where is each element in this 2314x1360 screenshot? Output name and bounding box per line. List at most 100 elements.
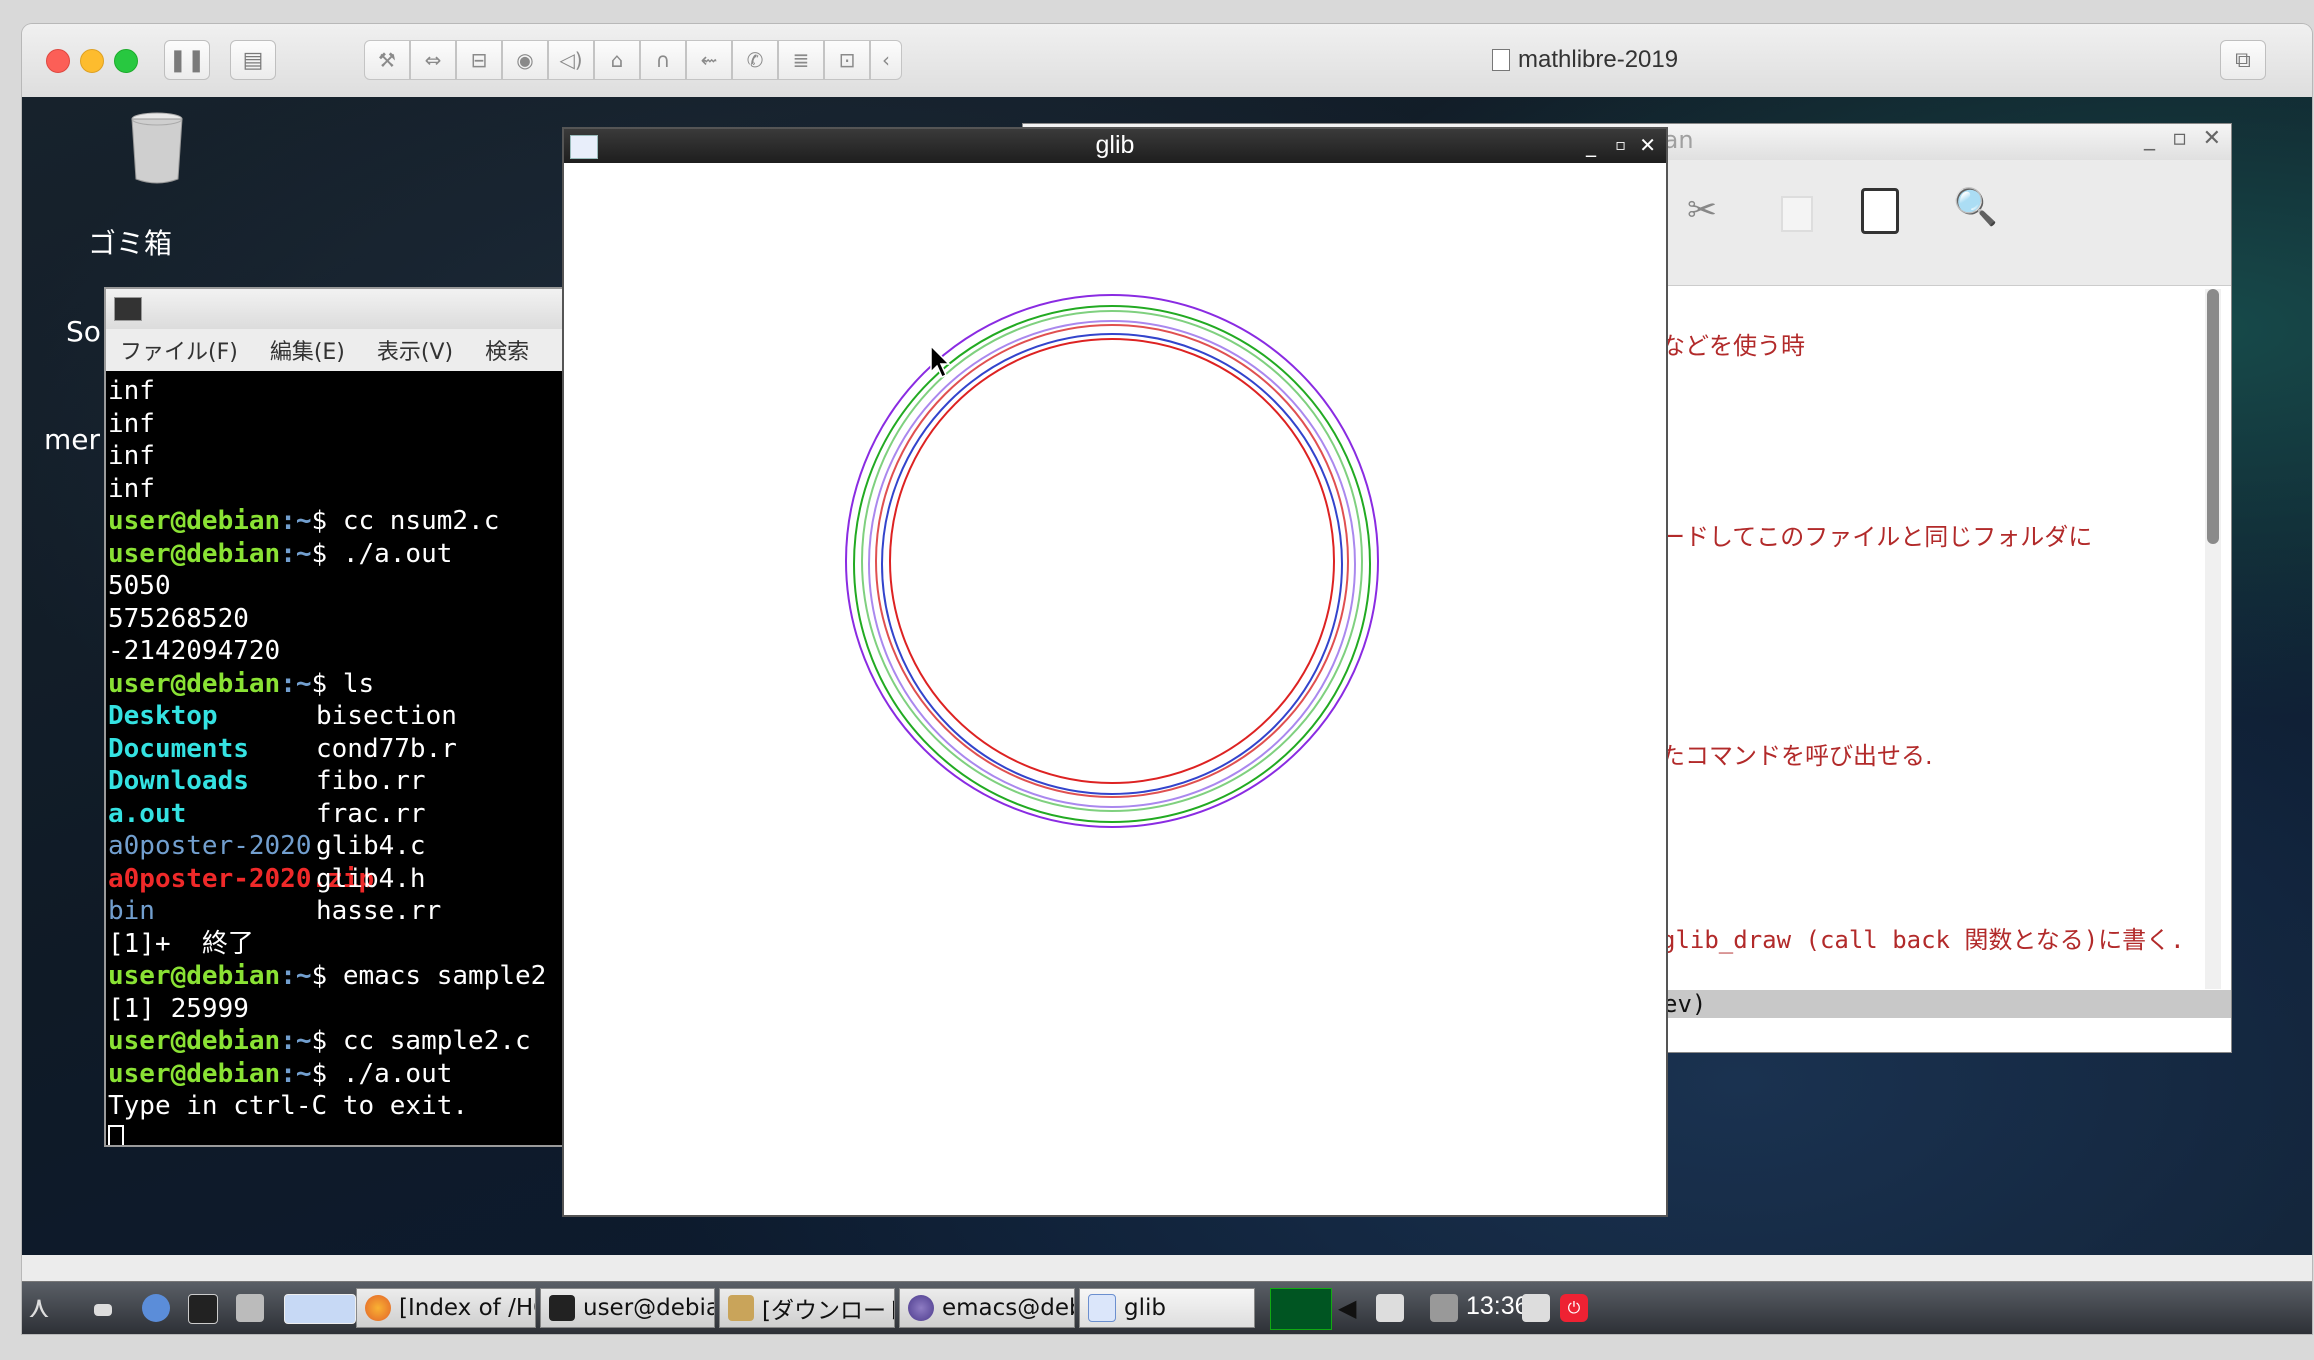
emacs-scroll-thumb[interactable] (2207, 289, 2219, 544)
headset-button[interactable]: ∩ (640, 40, 686, 80)
glib-title: glib (1095, 131, 1135, 159)
zoom-window-button[interactable] (114, 49, 138, 73)
prompt-path: :~ (280, 961, 312, 991)
workspace-icon[interactable] (284, 1294, 356, 1324)
prompt-user: user@debian (108, 1026, 281, 1056)
minimize-window-button[interactable] (80, 49, 104, 73)
terminal-command-line: user@debian:~$ cc sample2.c (108, 1025, 640, 1058)
folder-icon: ⊡ (838, 48, 856, 72)
maximize-icon[interactable]: ▫ (2172, 126, 2187, 151)
ls-entry: glib4.h (316, 863, 426, 894)
usb-icon: ⇜ (700, 48, 718, 72)
line-text: ls (342, 668, 375, 699)
menu-view[interactable]: 表示(V) (377, 334, 453, 366)
ring-3 (868, 320, 1356, 808)
maximize-icon[interactable]: ▫ (1615, 135, 1626, 154)
window-switch-icon[interactable] (236, 1294, 264, 1322)
line-text: 5050 (108, 571, 171, 601)
ls-entry: a0poster-2020 (108, 831, 312, 861)
storage-button[interactable]: ≣ (778, 40, 824, 80)
taskbar-item-terminal[interactable]: user@debian: ~ (540, 1288, 715, 1328)
minimize-icon[interactable]: _ (2144, 126, 2155, 151)
ls-row: Documents cond77b.r (108, 733, 640, 766)
phone-icon: ✆ (746, 48, 764, 72)
emacs-scrollbar[interactable] (2205, 289, 2221, 989)
ls-entry: cond77b.r (316, 733, 457, 764)
usb-button[interactable]: ⇜ (686, 40, 732, 80)
browser-launch-icon[interactable] (142, 1294, 170, 1322)
window-icon (1088, 1294, 1116, 1322)
camera-icon: ◉ (516, 48, 534, 72)
phone-button[interactable]: ✆ (732, 40, 778, 80)
taskbar-item-label: emacs@debian (942, 1295, 1074, 1321)
taskbar-item-label: [Index of /HOME/··· (399, 1295, 535, 1321)
terminal-command-line: user@debian:~$ cc nsum2.c (108, 505, 640, 538)
shared-folder-button[interactable]: ⊡ (824, 40, 870, 80)
folder-icon (728, 1295, 754, 1321)
volume-icon[interactable]: ◀ (1338, 1294, 1366, 1322)
close-icon[interactable]: ✕ (1639, 133, 1656, 157)
menu-file[interactable]: ファイル(F) (120, 334, 238, 366)
close-window-button[interactable] (46, 49, 70, 73)
sound-button[interactable]: ◁) (548, 40, 594, 80)
fullscreen-button[interactable]: ⧉ (2220, 40, 2266, 80)
trash-desktop-icon[interactable] (102, 109, 212, 219)
terminal-output-line: -2142094720 (108, 635, 640, 668)
copy-icon[interactable] (1781, 196, 1813, 232)
power-icon[interactable]: ⏻ (1560, 1294, 1588, 1322)
search-icon[interactable]: 🔍 (1953, 186, 1998, 228)
taskbar-item-folder[interactable]: [ダウンロード] (719, 1288, 895, 1328)
clipboard-icon[interactable] (1376, 1294, 1404, 1322)
network-button[interactable]: ⇔ (410, 40, 456, 80)
menu-edit[interactable]: 編集(E) (270, 334, 345, 366)
close-icon[interactable]: ✕ (2203, 126, 2221, 151)
ls-entry: Downloads (108, 766, 249, 796)
keyboard-icon[interactable] (1522, 1294, 1550, 1322)
ls-entry: fibo.rr (316, 766, 426, 796)
ring-1 (853, 305, 1371, 823)
desktop-label-mer: mer (44, 423, 101, 456)
prompt-path: :~ (280, 668, 312, 699)
terminal-output-line: inf (108, 408, 640, 441)
line-text: inf (108, 441, 155, 471)
line-text: emacs sample2 (342, 961, 547, 991)
pause-button[interactable]: ❚❚ (164, 40, 210, 80)
terminal-output-line: Type in ctrl-C to exit. (108, 1090, 640, 1123)
terminal-command-line: user@debian:~$ emacs sample2 (108, 960, 640, 993)
guest-desktop: ゴミ箱 So mer ファイル(F) 編集(E) 表示(V) 検索 inf inf… (22, 97, 2312, 1255)
camera-button[interactable]: ◉ (502, 40, 548, 80)
mouse-cursor-icon (930, 344, 951, 379)
terminal-output-line: [1]+ 終了 (108, 928, 640, 961)
disk-button[interactable]: ⊟ (456, 40, 502, 80)
taskbar-item-glib[interactable]: glib (1079, 1288, 1255, 1328)
ls-entry: a.out (108, 798, 187, 829)
ls-row: Desktop bisection (108, 700, 640, 733)
snapshot-button[interactable]: ▤ (230, 40, 276, 80)
collapse-toolbar-button[interactable]: ‹ (870, 40, 902, 80)
taskbar-item-browser[interactable]: [Index of /HOME/··· (356, 1288, 536, 1328)
paste-icon[interactable] (1861, 188, 1899, 234)
clock[interactable]: 13:36 (1466, 1292, 1529, 1321)
mouse-button[interactable]: ⌂ (594, 40, 640, 80)
line-text: -2142094720 (108, 636, 281, 666)
menu-search[interactable]: 検索 (485, 334, 529, 366)
start-menu-icon[interactable]: ⋏ (28, 1292, 76, 1324)
ls-row: a0poster-2020.zipglib4.h (108, 863, 640, 896)
taskbar-item-emacs[interactable]: emacs@debian (899, 1288, 1075, 1328)
glib-titlebar[interactable]: glib _ ▫ ✕ (564, 129, 1666, 163)
taskbar: ⋏ [Index of /HOME/··· user@debian: ~ [ダウ… (22, 1281, 2312, 1334)
drawing-canvas[interactable] (564, 163, 1666, 1215)
terminal-launch-icon[interactable] (188, 1294, 218, 1324)
firefox-icon (365, 1295, 391, 1321)
line-text: inf (108, 408, 155, 439)
cut-icon[interactable]: ✂ (1687, 190, 1717, 231)
show-desktop-icon[interactable] (94, 1304, 112, 1316)
storage-icon: ≣ (792, 48, 810, 72)
disk-icon: ⊟ (470, 48, 488, 72)
settings-button[interactable]: ⚒ (364, 40, 410, 80)
prompt-symbol: $ (311, 961, 343, 991)
network-icon[interactable] (1430, 1294, 1458, 1322)
minimize-icon[interactable]: _ (1586, 133, 1596, 157)
ring-4 (875, 324, 1349, 798)
glib-window[interactable]: glib _ ▫ ✕ (562, 127, 1668, 1217)
